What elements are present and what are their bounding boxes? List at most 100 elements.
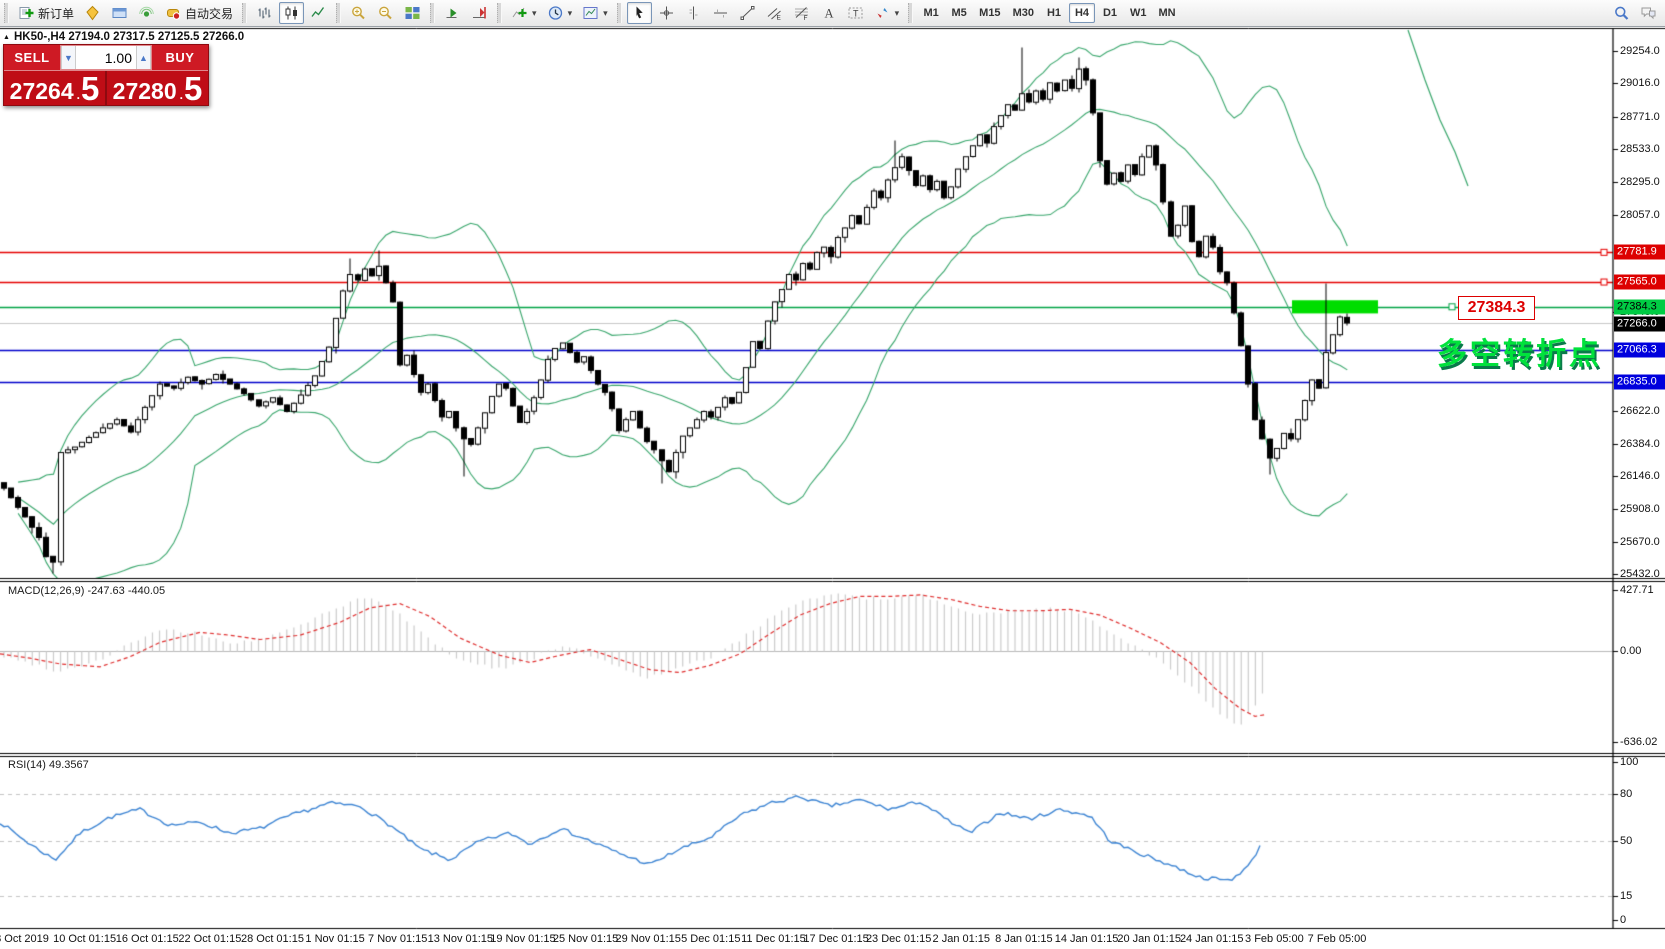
one-click-trading-panel: SELL ▼ ▲ BUY 27264 . 5 27280 . 5 xyxy=(3,44,209,106)
equidistant-channel-icon: E xyxy=(766,5,783,21)
chart-title-symbol: HK50-,H4 xyxy=(14,31,65,43)
new-order-icon xyxy=(18,5,35,21)
timeframe-d1-button[interactable]: D1 xyxy=(1097,3,1123,23)
price-level-callout[interactable]: 27384.3 xyxy=(1458,296,1535,320)
dropdown-caret-icon[interactable]: ▾ xyxy=(603,8,608,19)
signals-button[interactable] xyxy=(134,2,159,24)
arrow-objects-icon xyxy=(874,5,891,21)
volume-increase-button[interactable]: ▲ xyxy=(136,46,151,69)
price-axis-tick-label: 26146.0 xyxy=(1620,470,1660,482)
auto-trading-button[interactable]: 自动交易 xyxy=(161,2,237,24)
svg-text:A: A xyxy=(824,7,833,21)
rsi-name: RSI(14) xyxy=(8,759,46,771)
cn-annotation-text[interactable]: 多空转折点 xyxy=(1437,329,1602,373)
sell-price[interactable]: 27264 . 5 xyxy=(4,71,107,105)
horizontal-line-button[interactable] xyxy=(708,2,733,24)
price-level-badge: 27066.3 xyxy=(1614,343,1665,358)
sell-button[interactable]: SELL xyxy=(4,45,60,70)
chart-canvas[interactable] xyxy=(0,0,1665,949)
buy-price-dot: . xyxy=(180,89,183,101)
toolbar-separator xyxy=(908,3,913,23)
arrow-objects-button[interactable]: ▾ xyxy=(870,2,904,24)
fibonacci-icon: F xyxy=(793,5,810,21)
macd-main-value: -247.63 xyxy=(87,585,124,597)
dropdown-caret-icon[interactable]: ▾ xyxy=(895,8,900,19)
candlestick-mode-icon xyxy=(283,5,300,21)
buy-price-main: 27280 xyxy=(113,80,177,103)
periods-button[interactable]: ▾ xyxy=(543,2,577,24)
toolbar-buttons: 新订单 自动交易 ▾ ▾ ▾ E F A T ▾ xyxy=(13,2,917,24)
price-axis-tick-label: 26622.0 xyxy=(1620,405,1660,417)
bar-chart-mode-button[interactable] xyxy=(252,2,277,24)
timeframe-w1-button[interactable]: W1 xyxy=(1125,3,1152,23)
timeframe-m30-button[interactable]: M30 xyxy=(1008,3,1039,23)
templates-button[interactable]: ▾ xyxy=(578,2,612,24)
buy-button[interactable]: BUY xyxy=(152,45,208,70)
indicators-button[interactable]: ▾ xyxy=(507,2,541,24)
navigator-button[interactable] xyxy=(107,2,132,24)
search-icon[interactable] xyxy=(1613,5,1630,21)
new-order-button[interactable]: 新订单 xyxy=(14,2,78,24)
time-axis-label: 29 Nov 01:15 xyxy=(615,933,680,945)
timeframe-h1-button[interactable]: H1 xyxy=(1041,3,1067,23)
cursor-button[interactable] xyxy=(627,2,652,24)
volume-decrease-button[interactable]: ▼ xyxy=(61,46,76,69)
zoom-in-icon xyxy=(350,5,367,21)
timeframe-toolbar: M1M5M15M30H1H4D1W1MN xyxy=(917,3,1181,23)
toolbar-separator xyxy=(617,3,622,23)
equidistant-channel-button[interactable]: E xyxy=(762,2,787,24)
chart-shift-button[interactable] xyxy=(467,2,492,24)
vertical-line-button[interactable] xyxy=(681,2,706,24)
macd-axis-tick-label: 427.71 xyxy=(1620,584,1654,596)
timeframe-m15-button[interactable]: M15 xyxy=(974,3,1005,23)
svg-text:F: F xyxy=(803,15,807,21)
dropdown-caret-icon[interactable]: ▾ xyxy=(532,8,537,19)
auto-scroll-button[interactable] xyxy=(440,2,465,24)
chart-title-ohlc: 27194.0 27317.5 27125.5 27266.0 xyxy=(68,31,244,43)
signals-icon xyxy=(138,5,155,21)
candlestick-mode-button[interactable] xyxy=(279,2,304,24)
crosshair-button[interactable] xyxy=(654,2,679,24)
tile-windows-button[interactable] xyxy=(400,2,425,24)
trendline-button[interactable] xyxy=(735,2,760,24)
svg-text:T: T xyxy=(853,9,859,19)
zoom-out-icon xyxy=(377,5,394,21)
text-button[interactable]: A xyxy=(816,2,841,24)
price-axis-tick-label: 28057.0 xyxy=(1620,209,1660,221)
svg-text:E: E xyxy=(776,15,781,22)
time-axis-label: 7 Feb 05:00 xyxy=(1308,933,1367,945)
line-chart-mode-button[interactable] xyxy=(306,2,331,24)
toolbar-separator xyxy=(242,3,247,23)
sell-price-main: 27264 xyxy=(10,80,74,103)
crosshair-icon xyxy=(658,5,675,21)
zoom-out-button[interactable] xyxy=(373,2,398,24)
price-axis-tick-label: 29254.0 xyxy=(1620,45,1660,57)
collapse-arrow-icon[interactable]: ▲ xyxy=(3,34,10,41)
buy-price[interactable]: 27280 . 5 xyxy=(107,71,208,105)
trade-panel-top-row: SELL ▼ ▲ BUY xyxy=(4,45,208,71)
volume-input[interactable] xyxy=(76,46,136,69)
chat-icon[interactable] xyxy=(1640,5,1657,21)
macd-signal-value: -440.05 xyxy=(128,585,165,597)
rsi-axis-tick-label: 15 xyxy=(1620,890,1632,902)
time-axis-label: 14 Jan 01:15 xyxy=(1055,933,1119,945)
macd-axis-tick-label: 0.00 xyxy=(1620,645,1641,657)
sell-price-frac: 5 xyxy=(81,75,99,103)
market-watch-button[interactable] xyxy=(80,2,105,24)
market-watch-icon xyxy=(84,5,101,21)
fibonacci-button[interactable]: F xyxy=(789,2,814,24)
text-label-button[interactable]: T xyxy=(843,2,868,24)
timeframe-mn-button[interactable]: MN xyxy=(1153,3,1180,23)
indicators-icon xyxy=(511,5,528,21)
time-axis-label: 10 Oct 01:15 xyxy=(53,933,116,945)
volume-stepper: ▼ ▲ xyxy=(60,45,152,70)
text-label-icon: T xyxy=(847,5,864,21)
time-axis-label: 8 Jan 01:15 xyxy=(995,933,1053,945)
timeframe-h4-button[interactable]: H4 xyxy=(1069,3,1095,23)
zoom-in-button[interactable] xyxy=(346,2,371,24)
time-axis-label: 5 Dec 01:15 xyxy=(681,933,740,945)
timeframe-m5-button[interactable]: M5 xyxy=(946,3,972,23)
timeframe-m1-button[interactable]: M1 xyxy=(918,3,944,23)
periods-icon xyxy=(547,5,564,21)
dropdown-caret-icon[interactable]: ▾ xyxy=(568,8,573,19)
